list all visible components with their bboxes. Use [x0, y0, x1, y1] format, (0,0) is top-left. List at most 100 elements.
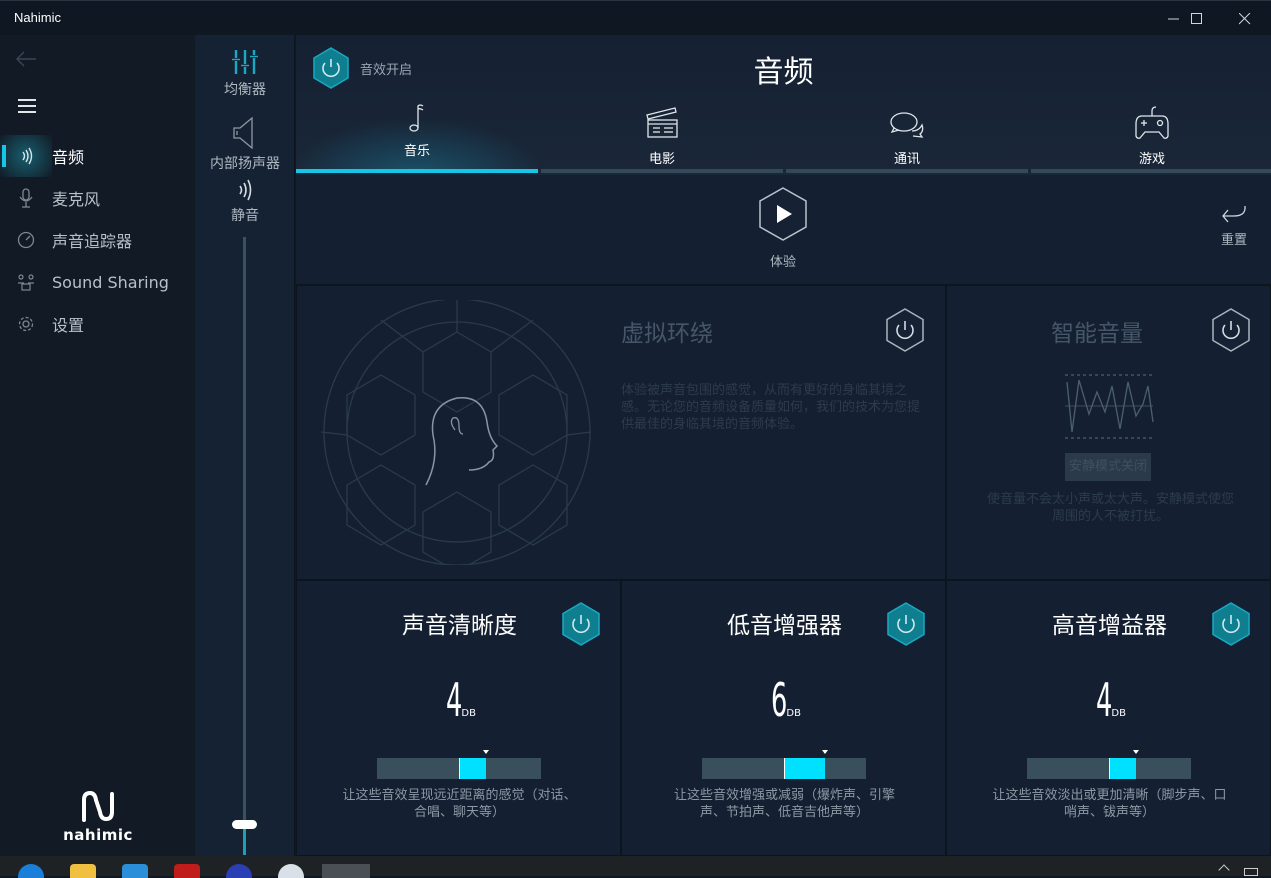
hamburger-menu-button[interactable]	[18, 99, 38, 115]
experience-row: 体验 重置	[296, 175, 1271, 285]
title-bar: Nahimic	[0, 0, 1271, 35]
device-panel: 均衡器 内部扬声器 静音	[195, 35, 295, 856]
reset-button[interactable]: 重置	[1212, 205, 1256, 248]
tray-chevron-icon[interactable]	[1218, 864, 1230, 876]
speaker-label: 内部扬声器	[210, 156, 280, 172]
window-title: Nahimic	[14, 10, 61, 25]
maximize-icon	[1191, 12, 1202, 24]
effect-card: 声音清晰度 4DB 让这些音效呈现远近距离的感觉（对话、合唱、聊天等）	[296, 580, 621, 856]
audio-waves-icon	[0, 135, 52, 177]
sidebar-item-settings[interactable]: 设置	[0, 303, 195, 345]
effect-description: 让这些音效增强或减弱（爆炸声、引擎声、节拍声、低音吉他声等）	[673, 788, 895, 820]
internal-speaker-button[interactable]: 内部扬声器	[195, 116, 295, 173]
maximize-button[interactable]	[1174, 1, 1220, 36]
main-panel: 音效开启 音频 音乐 电影 通讯 游戏 体验 重置 虚拟环绕 体验被声音包围的感…	[296, 35, 1271, 856]
effect-slider-marker[interactable]	[483, 750, 490, 754]
mute-label: 静音	[231, 208, 259, 224]
virtual-surround-card: 虚拟环绕 体验被声音包围的感觉，从而有更好的身临其境之感。无论您的音频设备质量如…	[296, 285, 946, 580]
effect-slider-fill	[1109, 758, 1137, 779]
close-icon	[1239, 12, 1251, 24]
tab-label: 通讯	[893, 152, 920, 167]
tab-music[interactable]: 音乐	[296, 101, 538, 173]
tab-movie[interactable]: 电影	[541, 101, 783, 173]
play-label: 体验	[769, 255, 796, 270]
effect-slider-fill	[784, 758, 825, 779]
sidebar-item-sound-sharing[interactable]: Sound Sharing	[0, 261, 195, 303]
effect-power-toggle[interactable]	[1211, 602, 1251, 646]
effect-description: 让这些音效淡出或更加清晰（脚步声、口哨声、钹声等）	[992, 788, 1227, 820]
speaker-icon	[233, 116, 253, 150]
effect-slider[interactable]	[1027, 750, 1191, 779]
play-icon	[759, 187, 807, 241]
volume-slider-track[interactable]	[243, 237, 246, 855]
quiet-mode-button[interactable]: 安静模式关闭	[1065, 453, 1151, 481]
reset-arrow-icon	[1222, 205, 1246, 223]
virtual-surround-power-toggle[interactable]	[885, 308, 925, 352]
back-button[interactable]	[14, 49, 38, 69]
nahimic-logo: nahimic	[62, 790, 134, 844]
effect-card: 低音增强器 6DB 让这些音效增强或减弱（爆炸声、引擎声、节拍声、低音吉他声等）	[621, 580, 946, 856]
sound-sharing-icon	[0, 261, 52, 303]
tab-indicator	[296, 169, 538, 173]
volume-slider-thumb[interactable]	[232, 820, 257, 830]
equalizer-label: 均衡器	[224, 82, 266, 98]
effect-slider[interactable]	[702, 750, 866, 779]
nahimic-logo-icon	[82, 790, 114, 822]
play-experience-button[interactable]	[757, 186, 809, 242]
reset-label: 重置	[1220, 233, 1247, 248]
sidebar-item-label: 音频	[52, 148, 85, 167]
effect-slider-marker[interactable]	[1133, 750, 1140, 754]
virtual-surround-description: 体验被声音包围的感觉，从而有更好的身临其境之感。无论您的音频设备质量如何，我们的…	[621, 383, 921, 432]
sidebar-item-label: 麦克风	[52, 190, 101, 209]
waveform-icon	[1065, 374, 1154, 439]
back-arrow-icon	[16, 51, 36, 67]
effect-power-toggle[interactable]	[886, 602, 926, 646]
effect-value: 4DB	[947, 673, 1270, 727]
effect-value: 4DB	[297, 673, 620, 727]
sidebar-item-audio[interactable]: 音频	[0, 135, 195, 177]
effect-slider-fill	[459, 758, 487, 779]
hamburger-icon	[18, 99, 36, 101]
effect-slider-marker[interactable]	[822, 750, 828, 754]
tab-indicator	[1031, 169, 1271, 173]
effect-power-toggle[interactable]	[561, 602, 601, 646]
equalizer-button[interactable]: 均衡器	[195, 49, 295, 99]
mute-button[interactable]: 静音	[195, 179, 295, 225]
effect-value: 6DB	[622, 673, 945, 727]
equalizer-icon	[232, 50, 258, 74]
effect-value-unit: DB	[786, 708, 801, 719]
hamburger-line	[18, 105, 36, 107]
taskbar	[0, 856, 1271, 878]
sidebar-item-label: 声音追踪器	[52, 232, 133, 251]
effect-slider[interactable]	[377, 750, 541, 779]
tab-label: 音乐	[403, 144, 430, 159]
sound-tracker-icon	[0, 219, 52, 261]
logo-text: nahimic	[63, 826, 133, 844]
gear-icon	[0, 303, 52, 345]
sidebar-item-label: 设置	[52, 316, 85, 335]
sidebar-item-microphone[interactable]: 麦克风	[0, 177, 195, 219]
tab-label: 电影	[648, 152, 675, 167]
page-title: 音频	[753, 55, 814, 90]
tab-communication[interactable]: 通讯	[786, 101, 1028, 173]
effect-description: 让这些音效呈现远近距离的感觉（对话、合唱、聊天等）	[342, 788, 577, 820]
smart-volume-title: 智能音量	[1051, 321, 1143, 347]
hamburger-line	[18, 111, 36, 113]
microphone-icon	[0, 177, 52, 219]
tab-label: 游戏	[1138, 152, 1165, 167]
effect-value-number: 4	[446, 673, 463, 727]
effect-value-unit: DB	[1111, 708, 1126, 719]
sphere-head-illustration	[321, 300, 592, 565]
volume-waves-icon	[239, 179, 252, 201]
sidebar-item-label: Sound Sharing	[52, 272, 169, 292]
header: 音效开启 音频 音乐 电影 通讯 游戏	[296, 35, 1271, 175]
sidebar-item-sound-tracker[interactable]: 声音追踪器	[0, 219, 195, 261]
tab-game[interactable]: 游戏	[1031, 101, 1271, 173]
battery-icon[interactable]	[1244, 868, 1258, 876]
close-button[interactable]	[1222, 1, 1268, 36]
effect-value-number: 6	[771, 673, 788, 727]
sidebar: 音频 麦克风 声音追踪器 Sound Sharing 设置 nahimic	[0, 35, 195, 856]
smart-volume-card: 智能音量 安静模式关闭 使音量不会太小声或太大声。安静模式使您周围的人不被打扰。	[946, 285, 1271, 580]
smart-volume-power-toggle[interactable]	[1211, 308, 1251, 352]
effect-value-unit: DB	[461, 708, 476, 719]
